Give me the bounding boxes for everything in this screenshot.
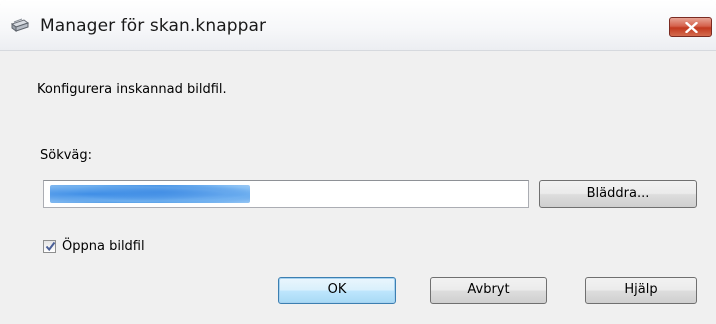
help-button[interactable]: Hjälp — [585, 277, 697, 304]
browse-button[interactable]: Bläddra... — [539, 180, 697, 208]
path-value-redacted — [50, 185, 250, 203]
window-title: Manager för skan.knappar — [40, 16, 267, 36]
close-icon — [685, 22, 698, 33]
dialog-window: Manager för skan.knappar Konfigurera ins… — [0, 0, 716, 324]
description-text: Konfigurera inskannad bildfil. — [37, 82, 227, 97]
ok-button[interactable]: OK — [278, 277, 396, 304]
open-file-label[interactable]: Öppna bildfil — [62, 239, 145, 254]
open-file-checkbox[interactable] — [43, 240, 56, 253]
path-label: Sökväg: — [40, 148, 93, 163]
close-button[interactable] — [669, 17, 712, 37]
checkmark-icon — [45, 241, 56, 252]
scanner-icon — [10, 17, 30, 35]
title-bar[interactable]: Manager för skan.knappar — [0, 0, 716, 51]
cancel-button[interactable]: Avbryt — [430, 277, 547, 304]
dialog-content: Konfigurera inskannad bildfil. Sökväg: B… — [0, 51, 716, 324]
